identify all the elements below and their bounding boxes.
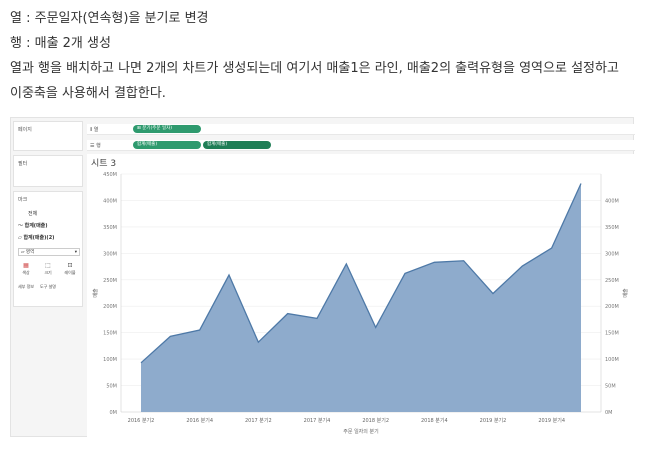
detail-button[interactable]: 세부 정보 xyxy=(18,284,34,299)
x-axis-tick-label: 2019 분기2 xyxy=(480,417,507,424)
left-axis-tick-label: 450M xyxy=(103,172,117,178)
instruction-text: 열 : 주문일자(연속형)을 분기로 변경 행 : 매출 2개 생성 열과 행을… xyxy=(10,6,660,106)
mark-type-select[interactable]: ▱ 영역 ▾ xyxy=(18,248,80,256)
x-axis-tick-label: 2016 분기4 xyxy=(186,417,213,424)
instruction-line-3: 열과 행을 배치하고 나면 2개의 차트가 생성되는데 여기서 매출1은 라인,… xyxy=(10,61,619,76)
color-icon: ▦ xyxy=(23,262,29,269)
size-button[interactable]: ⬚ 크기 xyxy=(40,262,56,277)
color-button[interactable]: ▦ 색상 xyxy=(18,262,34,277)
filters-panel[interactable]: 필터 xyxy=(13,155,83,187)
line-mark-icon: 〜 xyxy=(18,223,25,229)
x-axis-tick-label: 2019 분기4 xyxy=(538,417,565,424)
right-axis-title: 매출 xyxy=(622,288,629,298)
right-axis-tick-label: 50M xyxy=(605,384,616,390)
right-axis-tick-label: 150M xyxy=(605,331,619,337)
filters-title: 필터 xyxy=(18,161,28,167)
sheet-title: 시트 3 xyxy=(91,159,117,169)
marks-panel: 마크 전체 〜 합계(매출) ▱ 합계(매출)(2) ▱ 영역 ▾ ▦ 색상 ⬚ 크기… xyxy=(13,191,83,307)
right-axis-tick-label: 100M xyxy=(605,357,619,363)
pages-panel[interactable]: 페이지 xyxy=(13,121,83,151)
instruction-line-4: 이중축을 사용해서 결합한다. xyxy=(10,86,166,101)
columns-shelf[interactable]: ⦀ 열 ⊞ 분기(주문 일자) xyxy=(87,124,635,135)
left-axis-tick-label: 50M xyxy=(106,384,117,390)
pages-title: 페이지 xyxy=(18,127,32,133)
rows-pill-sales-1[interactable]: 합계(매출) xyxy=(133,141,201,149)
rows-label: ☰ 행 xyxy=(90,143,101,149)
x-axis-title: 주문 일자의 분기 xyxy=(343,428,378,435)
marks-title: 마크 xyxy=(18,197,28,203)
marks-all[interactable]: 전체 xyxy=(28,210,37,217)
label-button[interactable]: ⊡ 레이블 xyxy=(62,262,78,277)
left-axis-tick-label: 400M xyxy=(103,198,117,204)
x-axis-tick-label: 2016 분기2 xyxy=(128,417,155,424)
right-axis-tick-label: 300M xyxy=(605,251,619,257)
left-axis-tick-label: 350M xyxy=(103,225,117,231)
right-axis-tick-label: 250M xyxy=(605,278,619,284)
left-axis-tick-label: 150M xyxy=(103,331,117,337)
tooltip-button[interactable]: 도구 설명 xyxy=(40,284,56,299)
sales-area[interactable] xyxy=(141,183,581,412)
left-axis-tick-label: 100M xyxy=(103,357,117,363)
right-axis-tick-label: 0M xyxy=(605,410,613,416)
columns-pill-quarter[interactable]: ⊞ 분기(주문 일자) xyxy=(133,125,201,133)
marks-item-line[interactable]: 〜 합계(매출) xyxy=(18,222,48,229)
chevron-down-icon: ▾ xyxy=(74,250,77,255)
marks-item-area[interactable]: ▱ 합계(매출)(2) xyxy=(18,234,54,241)
chart-view: 시트 3 0M 50M 100M 150M 200M 250M 300M 350M 400M 45… xyxy=(87,154,635,438)
x-axis-tick-label: 2017 분기4 xyxy=(304,417,331,424)
right-axis-tick-label: 400M xyxy=(605,198,619,204)
label-icon: ⊡ xyxy=(67,262,73,269)
rows-pill-sales-2[interactable]: 합계(매출) xyxy=(203,141,271,149)
left-axis-tick-label: 300M xyxy=(103,251,117,257)
instruction-line-1: 열 : 주문일자(연속형)을 분기로 변경 xyxy=(10,11,209,26)
left-axis-tick-label: 250M xyxy=(103,278,117,284)
columns-label: ⦀ 열 xyxy=(90,127,99,133)
x-axis-tick-label: 2017 분기2 xyxy=(245,417,272,424)
area-chart[interactable]: 0M 50M 100M 150M 200M 250M 300M 350M 400M 450M 0M 5… xyxy=(87,154,635,438)
size-icon: ⬚ xyxy=(45,262,51,269)
instruction-line-2: 행 : 매출 2개 생성 xyxy=(10,36,111,51)
right-axis-tick-label: 200M xyxy=(605,304,619,310)
x-axis-tick-label: 2018 분기4 xyxy=(421,417,448,424)
left-axis-tick-label: 0M xyxy=(110,410,118,416)
tableau-screenshot: 페이지 필터 마크 전체 〜 합계(매출) ▱ 합계(매출)(2) ▱ 영역 ▾ … xyxy=(10,117,635,438)
rows-shelf[interactable]: ☰ 행 합계(매출) 합계(매출) xyxy=(87,140,635,151)
x-axis-tick-label: 2018 분기2 xyxy=(362,417,389,424)
right-axis-tick-label: 350M xyxy=(605,225,619,231)
left-axis-title: 매출 xyxy=(92,288,99,298)
left-axis-tick-label: 200M xyxy=(103,304,117,310)
